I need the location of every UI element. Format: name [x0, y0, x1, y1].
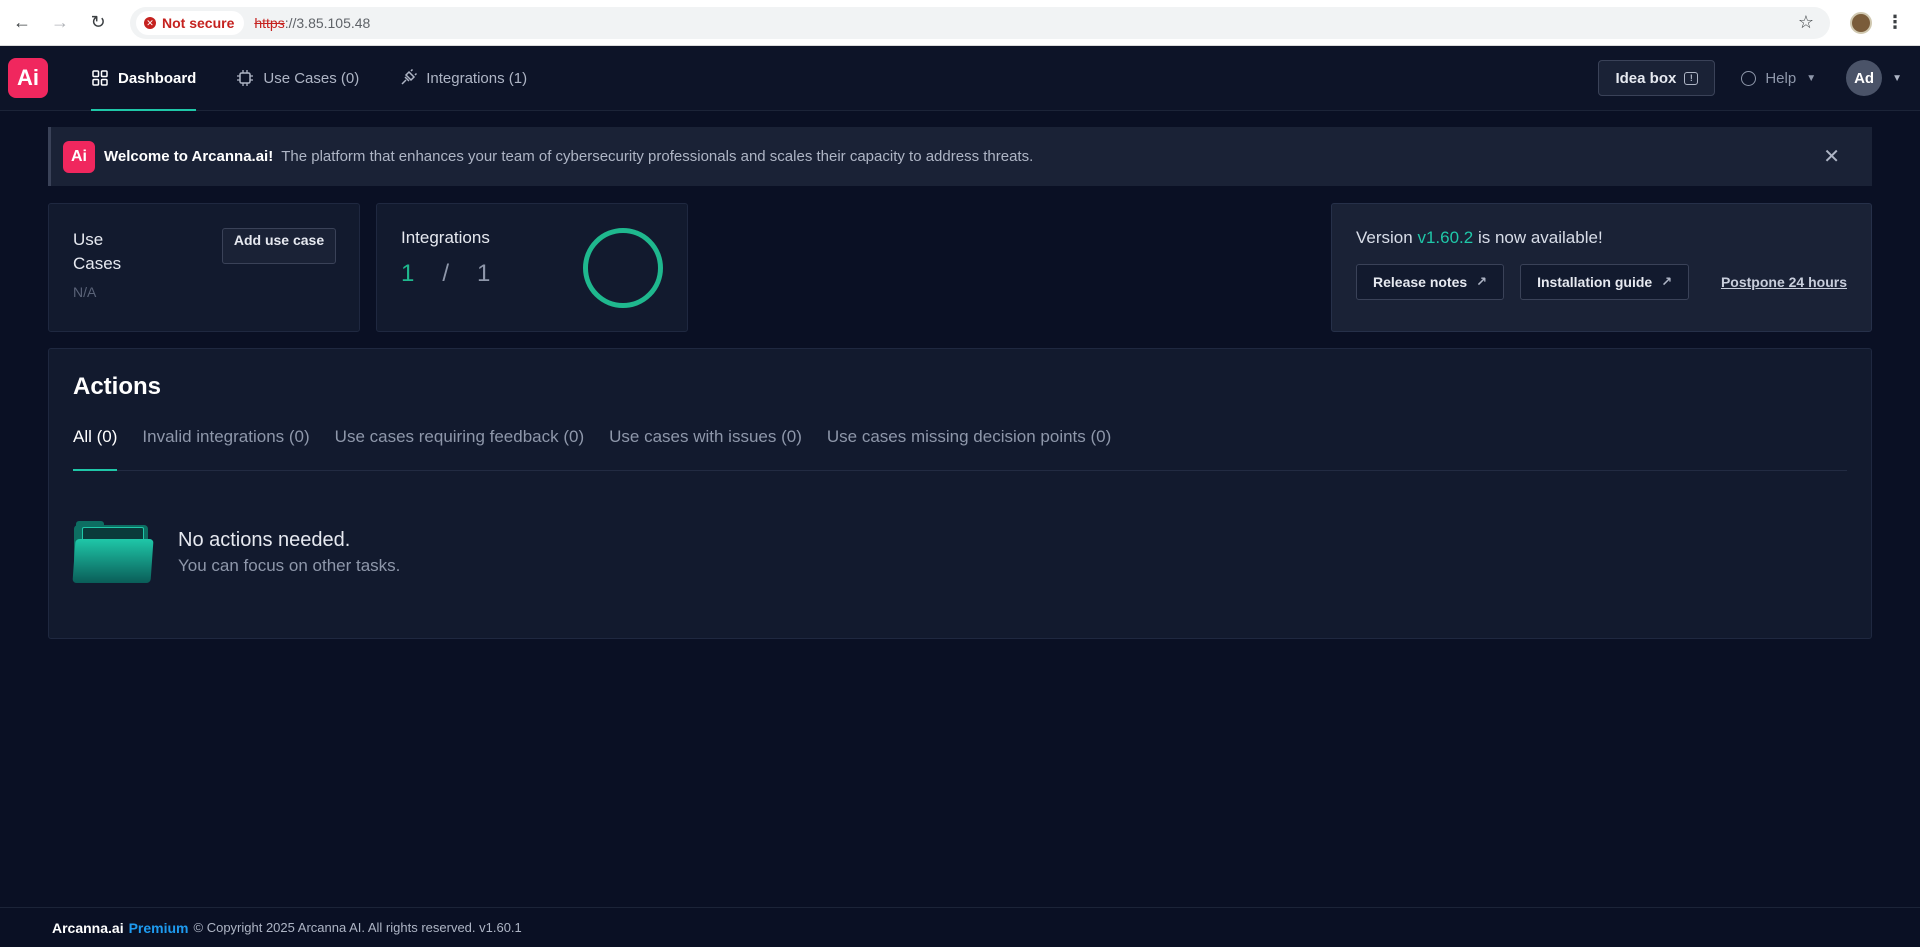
empty-state-text: No actions needed. You can focus on othe…	[178, 529, 400, 576]
integrations-card[interactable]: Integrations 1 / 1	[376, 203, 688, 332]
url-protocol: https	[254, 14, 285, 31]
tab-use-cases[interactable]: Use Cases (0)	[236, 46, 359, 111]
tab-dashboard[interactable]: Dashboard	[91, 46, 197, 111]
profile-avatar-icon[interactable]	[1850, 11, 1872, 34]
user-avatar[interactable]: Ad	[1846, 60, 1883, 96]
release-notes-label: Release notes	[1373, 274, 1468, 290]
banner-title: Welcome to Arcanna.ai!	[104, 148, 274, 165]
tab-dashboard-label: Dashboard	[118, 69, 197, 87]
welcome-banner: Ai Welcome to Arcanna.ai! The platform t…	[48, 127, 1872, 186]
use-cases-value: N/A	[73, 284, 97, 300]
tab-use-cases-missing-decision-points[interactable]: Use cases missing decision points (0)	[827, 427, 1111, 470]
integrations-separator: /	[442, 260, 450, 287]
release-notes-button[interactable]: Release notes ↗	[1356, 264, 1505, 300]
idea-box-button[interactable]: Idea box !	[1598, 60, 1716, 96]
external-link-icon: ↗	[1661, 274, 1673, 289]
help-label: Help	[1765, 69, 1797, 87]
tab-integrations[interactable]: Integrations (1)	[399, 46, 527, 111]
app-header: Ai Dashboard Use Cases (0) Integrations …	[0, 46, 1920, 111]
integrations-active: 1	[401, 260, 415, 287]
use-cases-label: Use Cases	[73, 230, 122, 273]
chevron-down-icon[interactable]: ▼	[1892, 73, 1902, 84]
plug-icon	[399, 69, 418, 87]
close-icon[interactable]: ✕	[1823, 144, 1840, 169]
empty-state-subtitle: You can focus on other tasks.	[178, 555, 401, 575]
empty-state: No actions needed. You can focus on othe…	[72, 521, 1847, 583]
actions-tabs: All (0) Invalid integrations (0) Use cas…	[73, 427, 1847, 471]
footer-brand: Arcanna.ai	[52, 919, 124, 936]
url-host: ://3.85.105.48	[284, 14, 371, 31]
version-number: v1.60.2	[1417, 228, 1474, 247]
empty-state-title: No actions needed.	[178, 528, 351, 551]
help-menu[interactable]: Help ▼	[1741, 70, 1816, 87]
version-suffix: is now available!	[1477, 228, 1603, 247]
tab-invalid-integrations[interactable]: Invalid integrations (0)	[142, 427, 309, 470]
footer-copyright: © Copyright 2025 Arcanna AI. All rights …	[193, 920, 522, 935]
banner-description: The platform that enhances your team of …	[281, 148, 1034, 165]
address-bar[interactable]: ✕ Not secure https://3.85.105.48 ☆	[130, 6, 1830, 39]
integrations-status-ring	[583, 228, 663, 308]
arcanna-logo[interactable]: Ai	[8, 58, 48, 98]
browser-menu-icon[interactable]: ⋮	[1886, 12, 1904, 33]
reload-icon[interactable]: ↻	[86, 11, 110, 35]
dashboard-grid-icon	[91, 69, 109, 87]
version-update-card: Version v1.60.2 is now available! Releas…	[1331, 203, 1872, 332]
back-arrow-icon[interactable]: ←	[10, 11, 34, 35]
integrations-total: 1	[477, 260, 491, 287]
feedback-icon: !	[1684, 71, 1699, 85]
version-prefix: Version	[1356, 228, 1413, 247]
external-link-icon: ↗	[1476, 274, 1488, 289]
use-cases-card: Use Cases N/A Add use case	[48, 203, 360, 332]
installation-guide-button[interactable]: Installation guide ↗	[1520, 264, 1690, 300]
header-actions: Idea box ! Help ▼ Ad ▼	[1598, 60, 1912, 96]
forward-arrow-icon[interactable]: →	[48, 11, 72, 35]
actions-title: Actions	[73, 373, 162, 400]
tab-integrations-label: Integrations (1)	[426, 69, 528, 87]
browser-toolbar: ← → ↻ ✕ Not secure https://3.85.105.48 ☆…	[0, 0, 1920, 46]
tab-use-cases-with-issues[interactable]: Use cases with issues (0)	[609, 427, 802, 470]
tab-use-cases-label: Use Cases (0)	[263, 69, 360, 87]
tab-all[interactable]: All (0)	[73, 427, 118, 471]
folder-icon	[72, 521, 154, 583]
version-actions: Release notes ↗ Installation guide ↗ Pos…	[1356, 264, 1847, 300]
postpone-link[interactable]: Postpone 24 hours	[1721, 274, 1847, 290]
tab-use-cases-requiring-feedback[interactable]: Use cases requiring feedback (0)	[335, 427, 584, 470]
installation-guide-label: Installation guide	[1537, 274, 1653, 290]
add-use-case-button[interactable]: Add use case	[222, 228, 336, 264]
security-indicator[interactable]: ✕ Not secure	[136, 10, 245, 35]
footer: Arcanna.ai Premium © Copyright 2025 Arca…	[0, 907, 1920, 947]
version-message: Version v1.60.2 is now available!	[1356, 228, 1847, 248]
chevron-down-icon: ▼	[1806, 72, 1817, 84]
url-text[interactable]: https://3.85.105.48	[254, 15, 370, 31]
warning-icon: ✕	[144, 16, 156, 29]
footer-tier: Premium	[128, 919, 189, 936]
help-lifebuoy-icon	[1741, 70, 1757, 86]
chip-icon	[236, 69, 254, 87]
idea-box-label: Idea box	[1615, 69, 1677, 87]
bookmark-star-icon[interactable]: ☆	[1798, 12, 1814, 33]
security-label: Not secure	[162, 14, 235, 31]
actions-panel: Actions All (0) Invalid integrations (0)…	[48, 348, 1872, 639]
arcanna-logo-small: Ai	[63, 140, 95, 173]
